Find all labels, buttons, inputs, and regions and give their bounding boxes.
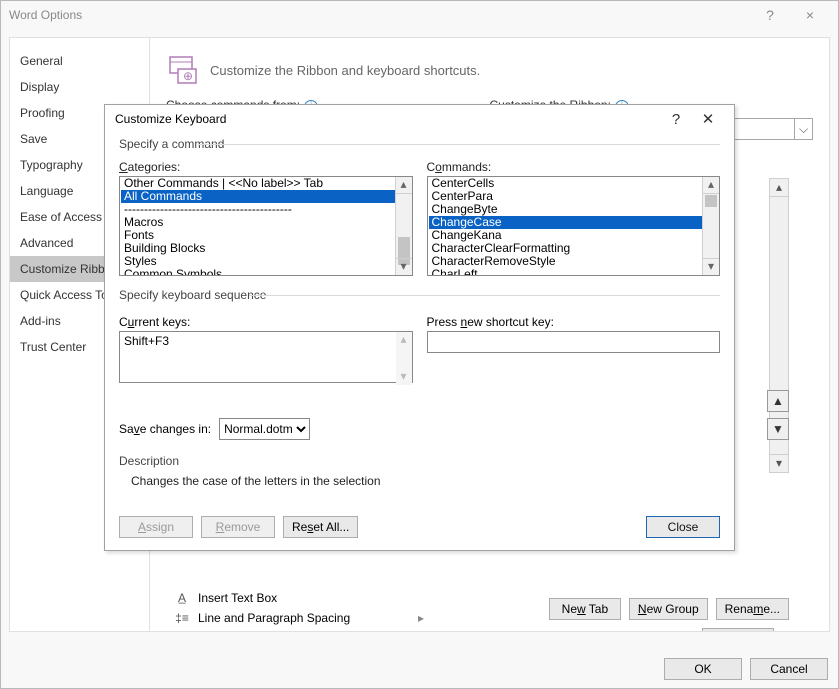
list-item[interactable]: ‡≡Line and Paragraph Spacing▸ — [164, 608, 424, 628]
textarea-scrollbar: ▴ ▾ — [396, 332, 412, 385]
scroll-up-icon[interactable]: ▴ — [770, 179, 788, 197]
category-item[interactable]: Building Blocks — [121, 242, 395, 255]
scroll-down-icon: ▾ — [396, 369, 412, 385]
textbox-icon: A̲ — [174, 591, 190, 605]
window-title: Word Options — [9, 8, 750, 22]
description-block: Description Changes the case of the lett… — [119, 454, 720, 488]
ribbon-header-text: Customize the Ribbon and keyboard shortc… — [210, 63, 480, 78]
save-changes-row: Save changes in: Normal.dotm — [119, 418, 720, 440]
ok-button[interactable]: OK — [664, 658, 742, 680]
categories-column: Categories: Other Commands | <<No label>… — [119, 160, 413, 276]
customizations-row: Customizations: Reset ▾ i — [605, 628, 789, 632]
dialog-footer: OK Cancel — [664, 658, 828, 680]
press-new-label: Press new shortcut key: — [427, 315, 721, 329]
line-spacing-icon: ‡≡ — [174, 611, 190, 625]
listbox-scrollbar[interactable]: ▴ ▾ — [702, 177, 719, 275]
ribbon-customize-icon: ⊕ — [166, 55, 200, 85]
move-up-button[interactable]: ▲ — [767, 390, 789, 412]
reset-all-button[interactable]: Reset All... — [283, 516, 358, 538]
scroll-up-icon[interactable]: ▴ — [703, 177, 719, 194]
commands-column: Commands: CenterCells CenterPara ChangeB… — [427, 160, 721, 276]
categories-listbox[interactable]: Other Commands | <<No label>> Tab All Co… — [119, 176, 413, 276]
commands-label: Commands: — [427, 160, 721, 174]
close-button[interactable]: × — [790, 7, 830, 23]
current-keys-list[interactable]: Shift+F3 — [119, 331, 413, 383]
new-shortcut-input[interactable] — [427, 331, 721, 353]
rename-button[interactable]: Rename... — [716, 598, 789, 620]
move-down-button[interactable]: ▼ — [767, 418, 789, 440]
titlebar: Word Options ? × — [1, 1, 838, 29]
submenu-arrow-icon: ▸ — [418, 611, 424, 625]
sidebar-item-display[interactable]: Display — [10, 74, 149, 100]
reorder-buttons: ▲ ▼ — [767, 390, 789, 446]
sequence-row: Current keys: Shift+F3 ▴ ▾ Press new sho… — [119, 315, 720, 386]
word-options-window: Word Options ? × General Display Proofin… — [0, 0, 839, 689]
customize-keyboard-dialog: Customize Keyboard ? ✕ Specify a command… — [104, 104, 735, 551]
link-icon: ⛓ — [174, 631, 190, 632]
current-keys-block: Current keys: Shift+F3 ▴ ▾ — [119, 315, 413, 386]
categories-label: Categories: — [119, 160, 413, 174]
command-item[interactable]: CharLeft — [429, 268, 703, 276]
modal-title: Customize Keyboard — [115, 112, 660, 126]
scroll-up-icon[interactable]: ▴ — [396, 177, 412, 194]
remove-button[interactable]: Remove — [201, 516, 275, 538]
chevron-down-icon: ⌵ — [794, 119, 812, 139]
sidebar-item-general[interactable]: General — [10, 48, 149, 74]
command-columns: Categories: Other Commands | <<No label>… — [119, 160, 720, 276]
new-tab-button[interactable]: New Tab — [549, 598, 621, 620]
list-item[interactable]: A̲Insert Text Box — [164, 588, 424, 608]
svg-text:⊕: ⊕ — [183, 69, 193, 83]
scroll-down-icon[interactable]: ▾ — [770, 454, 788, 472]
ribbon-header: ⊕ Customize the Ribbon and keyboard shor… — [166, 50, 813, 90]
press-new-block: Press new shortcut key: — [427, 315, 721, 386]
description-text: Changes the case of the letters in the s… — [119, 468, 720, 488]
cancel-button[interactable]: Cancel — [750, 658, 828, 680]
description-heading: Description — [119, 454, 720, 468]
commands-list-visible: A̲Insert Text Box ‡≡Line and Paragraph S… — [164, 588, 424, 632]
category-item[interactable]: Macros — [121, 216, 395, 229]
listbox-scrollbar[interactable]: ▴ ▾ — [395, 177, 412, 275]
modal-titlebar: Customize Keyboard ? ✕ — [105, 105, 734, 133]
commands-listbox[interactable]: CenterCells CenterPara ChangeByte Change… — [427, 176, 721, 276]
scroll-down-icon[interactable]: ▾ — [703, 258, 719, 275]
save-changes-select[interactable]: Normal.dotm — [219, 418, 310, 440]
save-changes-label: Save changes in: — [119, 422, 211, 436]
new-group-button[interactable]: New Group — [629, 598, 708, 620]
scroll-thumb[interactable] — [705, 195, 717, 207]
scroll-up-icon: ▴ — [396, 332, 412, 348]
category-item[interactable]: Common Symbols — [121, 268, 395, 276]
modal-body: Specify a command Categories: Other Comm… — [105, 133, 734, 500]
scroll-down-icon[interactable]: ▾ — [396, 258, 412, 275]
modal-close-button[interactable]: ✕ — [692, 110, 724, 128]
help-button[interactable]: ? — [750, 7, 790, 23]
tab-group-buttons: New Tab New Group Rename... — [549, 598, 789, 620]
reset-button[interactable]: Reset ▾ — [702, 628, 774, 632]
modal-footer: Assign Remove Reset All... Close — [119, 516, 720, 538]
assign-button[interactable]: Assign — [119, 516, 193, 538]
list-item[interactable]: ⛓Link — [164, 628, 424, 632]
modal-help-button[interactable]: ? — [660, 111, 692, 128]
current-keys-label: Current keys: — [119, 315, 413, 329]
close-button[interactable]: Close — [646, 516, 720, 538]
